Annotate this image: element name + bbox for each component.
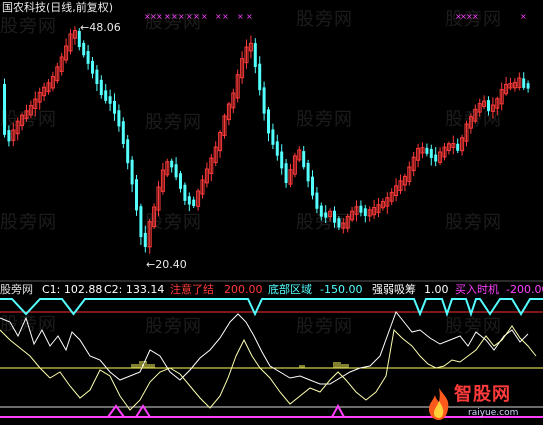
attention-label: 注意了结 — [170, 283, 214, 296]
candle-body — [95, 69, 99, 84]
candle-body — [187, 196, 191, 205]
candle-body — [179, 173, 182, 189]
candle-body — [183, 184, 187, 201]
candle-body — [363, 208, 367, 216]
signal-mark: × — [171, 12, 178, 21]
bottom-zone-value: -150.00 — [320, 283, 363, 296]
signal-mark: × — [520, 12, 527, 21]
c1-line — [0, 310, 529, 385]
kline-chart[interactable]: × × × × × × × × × × × × × ×× × × × — [0, 0, 543, 425]
candle-body — [126, 139, 130, 164]
signal-mark: × — [156, 12, 163, 21]
c1-value: C1: 102.88 — [42, 283, 103, 296]
candle-body — [139, 206, 143, 238]
bottom-zone-label: 底部区域 — [268, 283, 312, 296]
candle-body — [258, 63, 262, 91]
candle-body — [429, 148, 433, 158]
candle-body — [271, 129, 275, 145]
absorb-label: 强弱吸筹 — [372, 283, 416, 296]
candle-body — [99, 79, 103, 95]
candle-body — [526, 83, 530, 89]
candle-body — [456, 143, 460, 151]
candle-body — [7, 130, 11, 142]
signal-mark: × — [215, 12, 222, 21]
candle-body — [117, 110, 121, 127]
candle-body — [143, 232, 147, 247]
signal-mark: × — [237, 12, 244, 21]
signal-mark: × — [472, 12, 479, 21]
buy-spike — [331, 403, 345, 418]
candle-body — [82, 42, 86, 56]
absorb-value: 1.00 — [424, 283, 449, 296]
candle-body — [280, 151, 284, 169]
candle-body — [315, 192, 319, 209]
buy-timing-value: -200.00 — [506, 283, 543, 296]
signal-mark: × — [186, 12, 193, 21]
signal-mark: × — [201, 12, 208, 21]
site-logo[interactable]: 智股网 raiyue.com — [424, 381, 543, 425]
candle-body — [108, 96, 112, 104]
stock-title: 国农科技(日线,前复权) — [2, 1, 114, 14]
buy-spike — [135, 404, 151, 418]
indicator-name: 股旁网 — [0, 283, 33, 296]
candle-body — [104, 90, 108, 101]
high-price-label: ←48.06 — [80, 21, 121, 34]
candle-body — [487, 100, 490, 111]
attention-value: 200.00 — [224, 283, 263, 296]
candle-body — [135, 179, 138, 211]
logo-text: 智股网 — [454, 384, 511, 405]
candle-body — [192, 199, 196, 206]
candle-body — [311, 176, 314, 196]
candle-body — [306, 162, 310, 182]
candle-body — [91, 60, 94, 74]
candle-body — [425, 147, 429, 154]
candle-body — [359, 205, 363, 213]
candle-body — [522, 78, 526, 88]
c2-value: C2: 133.14 — [104, 283, 165, 296]
candle-body — [174, 164, 178, 178]
candle-body — [324, 212, 328, 218]
candle-body — [113, 100, 116, 114]
candle-body — [267, 109, 270, 134]
signal-mark: × — [178, 12, 185, 21]
candle-body — [284, 163, 288, 183]
low-price-label: ←20.40 — [146, 258, 187, 271]
candle-body — [319, 205, 323, 217]
candle-body — [434, 154, 438, 162]
buy-spike — [107, 404, 125, 418]
flame-icon — [426, 387, 452, 421]
signal-mark: × — [246, 12, 253, 21]
candle-body — [262, 87, 266, 114]
candle-body — [86, 51, 90, 64]
logo-url: raiyue.com — [468, 408, 519, 418]
candle-body — [130, 159, 134, 185]
candle-body — [170, 160, 174, 168]
chart-window: 股旁网 股旁网 股旁网 股旁网 股旁网 股旁网 股旁网 股旁网 股旁网 股旁网 … — [0, 0, 543, 425]
signal-mark: × — [193, 12, 200, 21]
signal-mark: × — [164, 12, 171, 21]
candle-body — [3, 83, 6, 135]
candle-body — [337, 218, 341, 228]
candle-body — [302, 151, 306, 168]
candle-body — [253, 43, 257, 67]
candle-body — [275, 141, 279, 156]
candle-body — [121, 121, 125, 144]
signal-mark: × — [222, 12, 229, 21]
buy-timing-label: 买入时机 — [455, 283, 499, 296]
candle-body — [333, 210, 336, 223]
